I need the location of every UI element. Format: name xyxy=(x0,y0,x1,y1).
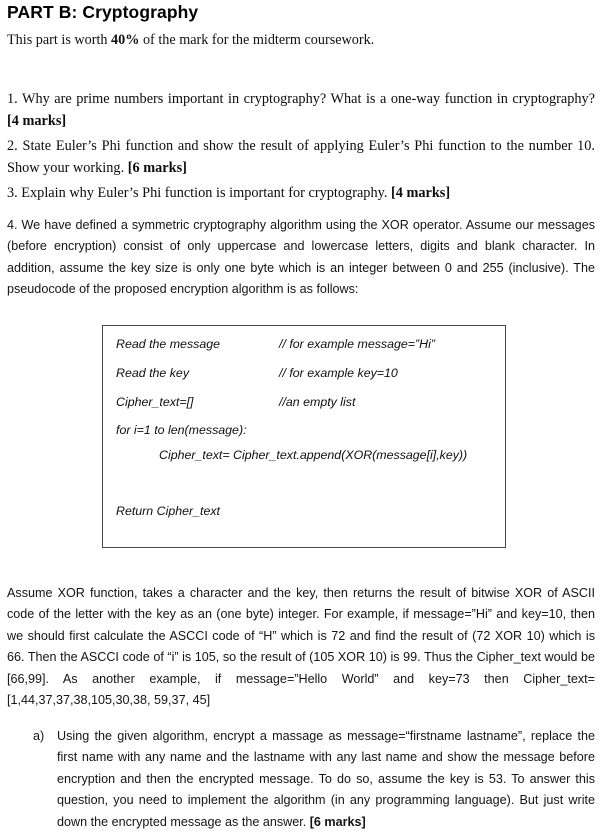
pseudocode-line-4-code: for i=1 to len(message): xyxy=(116,423,247,437)
pseudocode-lines: Read the message // for example message=… xyxy=(103,326,505,547)
pseudocode-line-5: Cipher_text= Cipher_text.append(XOR(mess… xyxy=(103,448,505,466)
sub-item-a-marks: [6 marks] xyxy=(309,814,366,829)
sub-item-a: a) Using the given algorithm, encrypt a … xyxy=(33,726,595,833)
pseudocode-line-3: Cipher_text=[] //an empty list xyxy=(103,395,505,413)
pseudocode-line-1-code: Read the message xyxy=(116,337,221,351)
question-3-marks: [4 marks] xyxy=(390,185,451,201)
assume-paragraph: Assume XOR function, takes a character a… xyxy=(7,583,595,711)
pseudocode-line-6: Return Cipher_text xyxy=(103,504,505,522)
question-3-text: 3. Explain why Euler’s Phi function is i… xyxy=(7,185,391,201)
question-1-text: 1. Why are prime numbers important in cr… xyxy=(7,91,595,107)
pseudocode-line-6-code: Return Cipher_text xyxy=(116,504,220,518)
question-2: 2. State Euler’s Phi function and show t… xyxy=(7,136,595,179)
pseudocode-line-3-code: Cipher_text=[] xyxy=(116,395,194,409)
pseudocode-line-2: Read the key // for example key=10 xyxy=(103,366,505,384)
assume-paragraph-text: Assume XOR function, takes a character a… xyxy=(7,586,595,708)
question-2-marks: [6 marks] xyxy=(127,159,187,176)
subtitle-after: of the mark for the midterm coursework. xyxy=(139,32,375,48)
pseudocode-line-1: Read the message // for example message=… xyxy=(103,337,505,355)
pseudocode-line-4: for i=1 to len(message): xyxy=(103,423,505,441)
question-4-text: 4. We have defined a symmetric cryptogra… xyxy=(7,218,595,297)
pseudocode-line-3-comment: //an empty list xyxy=(279,395,356,409)
question-4: 4. We have defined a symmetric cryptogra… xyxy=(7,215,595,301)
pseudocode-line-5-code: Cipher_text= Cipher_text.append(XOR(mess… xyxy=(159,448,468,462)
sub-item-a-body: Using the given algorithm, encrypt a mas… xyxy=(57,726,595,833)
question-2-text: 2. State Euler’s Phi function and show t… xyxy=(7,138,595,176)
question-1: 1. Why are prime numbers important in cr… xyxy=(7,89,595,132)
subtitle-emphasis: 40% xyxy=(111,32,140,48)
subtitle-before: This part is worth xyxy=(7,32,112,48)
subtitle-line: This part is worth 40% of the mark for t… xyxy=(7,31,374,49)
pseudocode-line-2-comment: // for example key=10 xyxy=(279,366,398,380)
document-page: PART B: Cryptography This part is worth … xyxy=(0,0,612,829)
pseudocode-box: Read the message // for example message=… xyxy=(102,325,506,548)
pseudocode-line-1-comment: // for example message=”Hi” xyxy=(279,337,435,351)
question-1-marks: [4 marks] xyxy=(7,112,67,129)
pseudocode-line-2-code: Read the key xyxy=(116,366,190,380)
question-3: 3. Explain why Euler’s Phi function is i… xyxy=(7,183,595,205)
sub-item-a-marker: a) xyxy=(33,729,45,743)
page-title: PART B: Cryptography xyxy=(7,2,199,22)
